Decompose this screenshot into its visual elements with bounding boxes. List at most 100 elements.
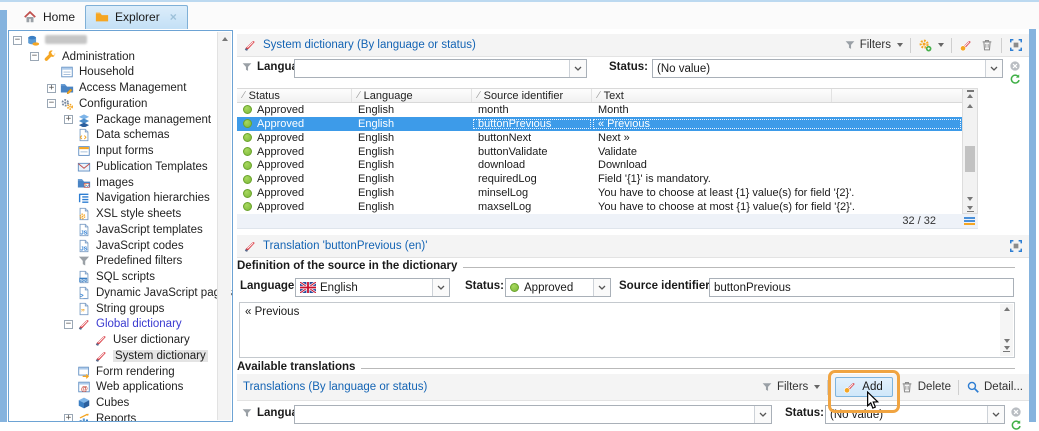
tree-item-navigation-hierarchies[interactable]: Navigation hierarchies (11, 191, 217, 207)
collapse-node-icon[interactable]: − (64, 319, 73, 329)
column-header-status[interactable]: ∕ Status (237, 89, 352, 102)
column-header-source-identifier[interactable]: ∕ Source identifier (472, 89, 592, 102)
tree-item-package-management[interactable]: + Package management (11, 112, 217, 128)
gear-icon (918, 38, 932, 52)
chevron-down-icon[interactable] (987, 406, 1004, 423)
actions-menu-button[interactable] (918, 38, 944, 52)
tree-item-household[interactable]: Household (11, 65, 217, 81)
detail-button[interactable]: Detail... (966, 380, 1023, 394)
tree-item-javascript-templates[interactable]: JS JavaScript templates (11, 222, 217, 238)
tab-explorer[interactable]: Explorer × (85, 5, 188, 29)
status-filter-combobox[interactable]: (No value) (825, 405, 1005, 424)
tree-item-administration[interactable]: − Administration (11, 49, 217, 65)
tree-item-global-dictionary[interactable]: − Global dictionary (11, 317, 217, 333)
table-row[interactable]: Approved English buttonNext Next » (237, 131, 962, 145)
tree-scrollbar[interactable] (217, 32, 231, 420)
table-scrollbar[interactable] (962, 88, 978, 214)
approved-status-icon (243, 147, 252, 156)
clear-filter-icon[interactable] (1009, 60, 1021, 72)
tree-item-dynamic-javascript-pages[interactable]: >_ Dynamic JavaScript pages (11, 285, 232, 301)
scroll-down-icon[interactable] (1003, 338, 1010, 343)
tree-item-reports[interactable]: + Reports (11, 411, 217, 421)
scrollbar-thumb[interactable] (965, 145, 975, 172)
scroll-up-icon[interactable] (1003, 307, 1010, 311)
collapse-node-icon[interactable]: − (30, 52, 39, 62)
cell-src: buttonNext (478, 131, 532, 144)
refresh-icon[interactable] (1009, 73, 1021, 85)
tree-item-input-forms[interactable]: Input forms (11, 143, 217, 159)
table-row[interactable]: Approved English maxselLog You have to choo… (237, 200, 962, 214)
scroll-up-icon[interactable] (218, 32, 231, 46)
language-combobox[interactable]: English (295, 278, 450, 297)
expand-node-icon[interactable]: + (47, 83, 56, 93)
refresh-icon[interactable] (1010, 419, 1022, 431)
tree-item-data-schemas[interactable]: Data schemas (11, 128, 217, 144)
table-row[interactable]: Approved English minselLog You have to choo… (237, 186, 962, 200)
tree-item-xsl-style-sheets[interactable]: XSL style sheets (11, 206, 217, 222)
tree-item-access-management[interactable]: + Access Management (11, 80, 217, 96)
tree-item-string-groups[interactable]: ” String groups (11, 301, 217, 317)
tree-item-system-dictionary[interactable]: System dictionary (11, 348, 217, 364)
delete-entry-button[interactable] (980, 38, 994, 52)
column-header-text[interactable]: ∕ Text (592, 89, 832, 102)
expand-node-icon[interactable]: + (64, 115, 73, 125)
textarea-scrollbar[interactable] (1000, 304, 1013, 356)
filters-button[interactable]: Filters (761, 381, 821, 393)
sort-icon: ∕ (598, 90, 600, 101)
expand-node-icon[interactable]: + (64, 414, 73, 421)
table-row[interactable]: Approved English buttonValidate Validate (237, 145, 962, 159)
add-translation-button[interactable]: Add (835, 377, 893, 397)
tree-item-cubes[interactable]: Cubes (11, 395, 217, 411)
chevron-down-icon[interactable] (754, 406, 771, 423)
column-header-language[interactable]: ∕ Language (352, 89, 472, 102)
tree-item-publication-templates[interactable]: Publication Templates (11, 159, 217, 175)
table-menu-icon[interactable] (964, 216, 975, 226)
status-combobox[interactable]: Approved (505, 278, 611, 297)
table-header[interactable]: ∕ Status ∕ Language ∕ Source identifier ∕ Text (237, 88, 978, 103)
approved-status-icon (243, 119, 252, 129)
translation-text-area[interactable]: « Previous (239, 302, 1015, 358)
table-row[interactable]: Approved English requiredLog Field '{1}' is… (237, 172, 962, 186)
tab-home[interactable]: Home (14, 6, 85, 29)
maximize-button[interactable] (1009, 38, 1023, 52)
tree-item-user-dictionary[interactable]: User dictionary (11, 332, 217, 348)
language-filter-combobox[interactable] (294, 59, 587, 78)
window-border-right (1029, 29, 1036, 422)
scroll-down-icon[interactable] (967, 196, 973, 201)
language-filter-combobox[interactable] (294, 405, 772, 424)
scroll-top-icon[interactable] (967, 93, 973, 98)
tree-item-web-applications[interactable]: @ Web applications (11, 380, 217, 396)
source-identifier-field[interactable]: buttonPrevious (709, 278, 1014, 297)
maximize-button[interactable] (1009, 239, 1023, 253)
tree-item-javascript-codes[interactable]: JS JavaScript codes (11, 238, 217, 254)
chevron-down-icon[interactable] (432, 279, 449, 296)
collapse-node-icon[interactable]: − (47, 99, 56, 109)
delete-translation-button[interactable]: Delete (900, 380, 951, 394)
chevron-down-icon[interactable] (593, 279, 610, 296)
scroll-bottom-icon[interactable] (1003, 345, 1010, 350)
tree-item-predefined-filters[interactable]: Predefined filters (11, 254, 217, 270)
table-row[interactable]: Approved English month Month (237, 103, 962, 117)
scroll-up-icon[interactable] (967, 103, 973, 108)
tree-item-images[interactable]: Images (11, 175, 217, 191)
tree-item-root[interactable]: − (11, 33, 217, 49)
filters-button[interactable]: Filters (844, 39, 903, 51)
tree-item-configuration[interactable]: − Configuration (11, 96, 217, 112)
svg-text:SQL: SQL (80, 278, 89, 282)
tree-item-sql-scripts[interactable]: SQL SQL scripts (11, 269, 217, 285)
chevron-down-icon[interactable] (569, 60, 586, 77)
status-filter-label: Status: (785, 407, 824, 419)
status-filter-combobox[interactable]: (No value) (652, 59, 1003, 78)
tree-item-form-rendering[interactable]: Form rendering (11, 364, 217, 380)
collapse-node-icon[interactable]: − (13, 36, 22, 46)
table-row[interactable]: Approved English buttonPrevious « Previous (237, 116, 962, 131)
chevron-down-icon[interactable] (985, 60, 1002, 77)
add-entry-button[interactable] (959, 38, 973, 52)
table-row[interactable]: Approved English download Download (237, 158, 962, 172)
cell-status: Approved (237, 118, 352, 130)
clear-filter-icon[interactable] (1010, 406, 1022, 418)
close-tab-icon[interactable]: × (170, 10, 177, 24)
scroll-bottom-icon[interactable] (967, 205, 973, 210)
